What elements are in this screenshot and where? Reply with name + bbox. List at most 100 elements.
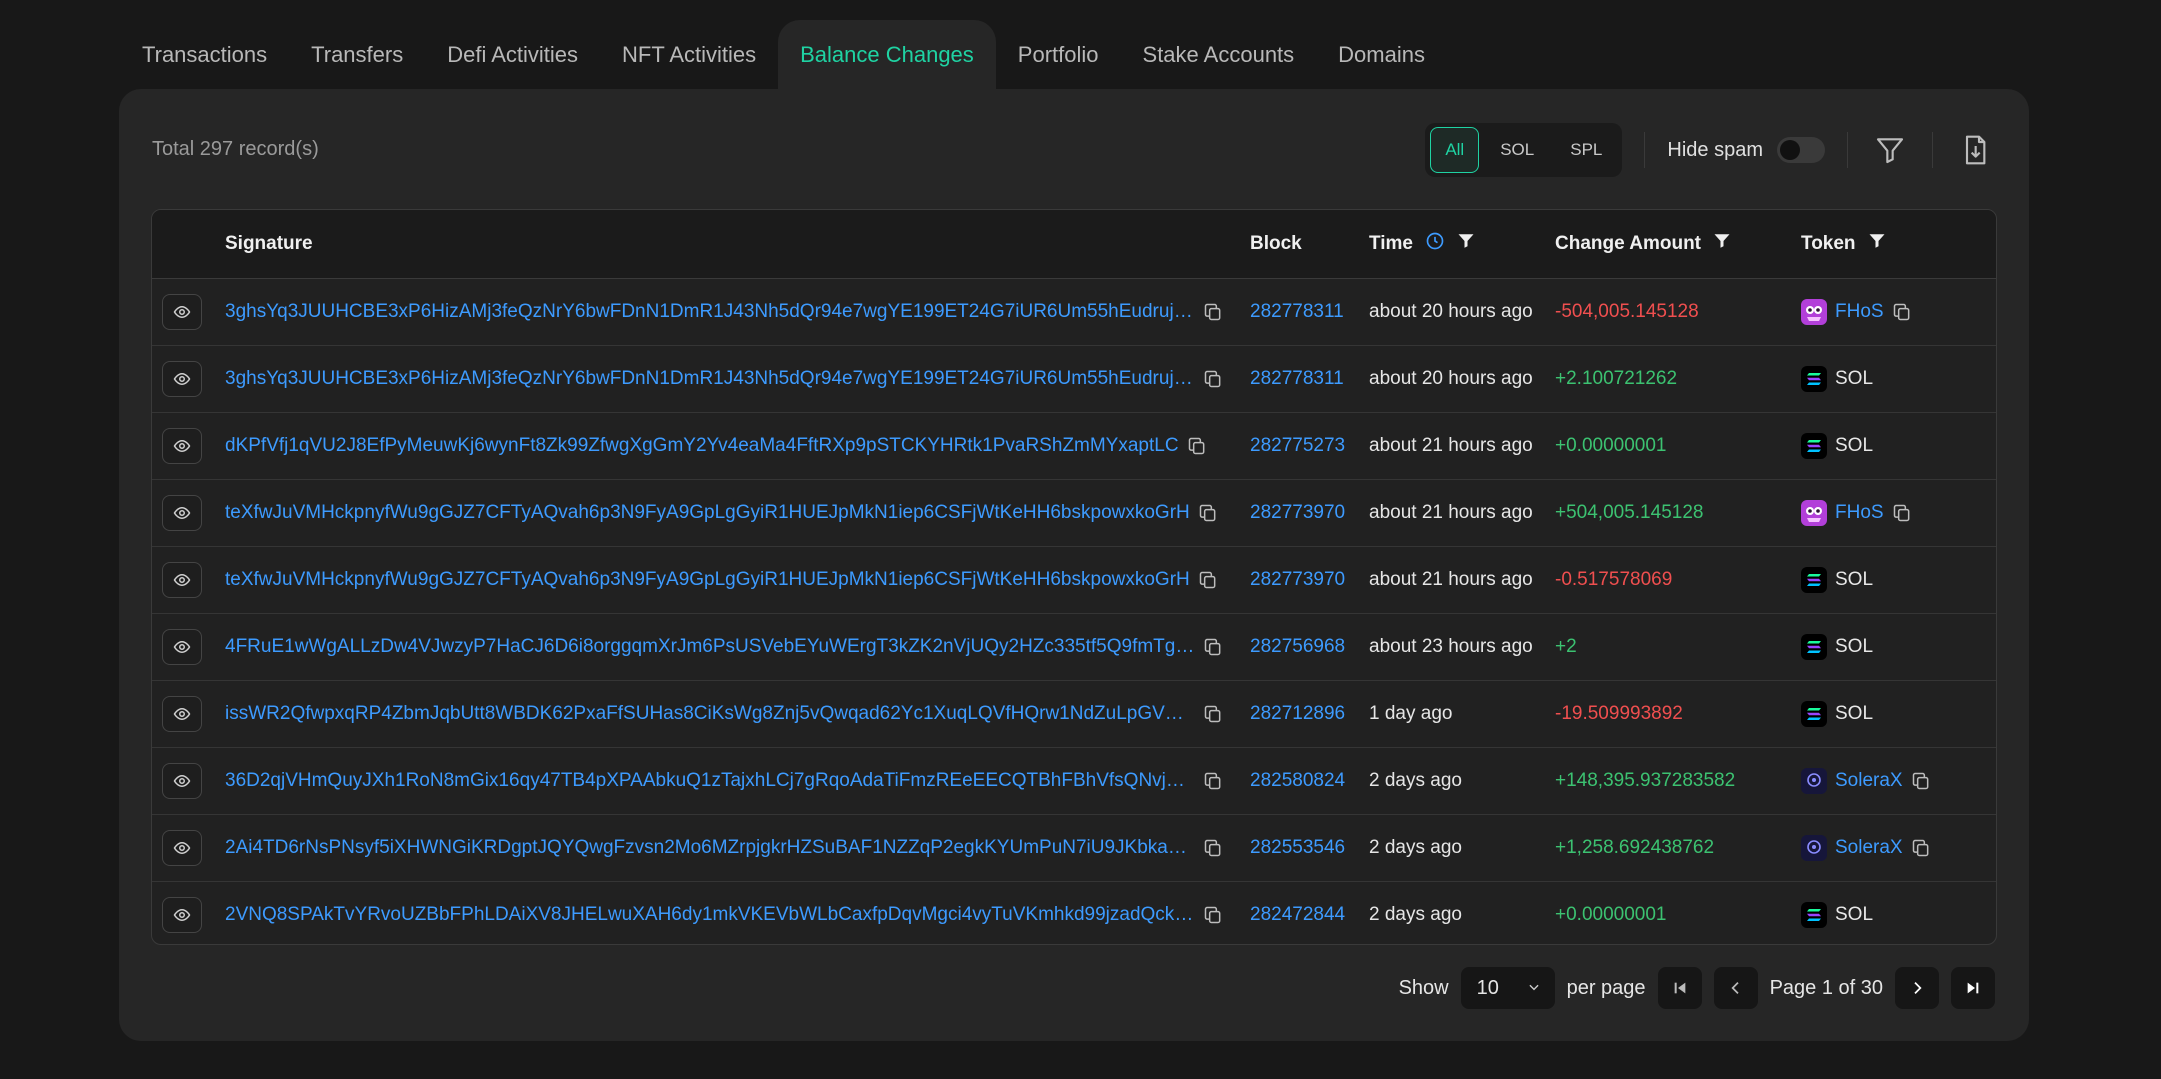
- filter-icon[interactable]: [1870, 130, 1910, 170]
- signature-link[interactable]: teXfwJuVMHckpnyfWu9gGJZ7CFTyAQvah6p3N9Fy…: [225, 569, 1190, 591]
- tab-transactions[interactable]: Transactions: [120, 20, 289, 90]
- per-page-select[interactable]: 10: [1460, 967, 1555, 1009]
- tab-transfers[interactable]: Transfers: [289, 20, 425, 90]
- tab-domains[interactable]: Domains: [1316, 20, 1447, 90]
- last-page-button[interactable]: [1951, 967, 1995, 1009]
- token-name: SOL: [1835, 435, 1874, 456]
- tab-nft-activities[interactable]: NFT Activities: [600, 20, 778, 90]
- fhos-token-icon: [1801, 500, 1827, 526]
- eye-icon[interactable]: [162, 897, 202, 933]
- tab-balance-changes[interactable]: Balance Changes: [778, 20, 996, 90]
- prev-page-button[interactable]: [1713, 967, 1758, 1009]
- block-link[interactable]: 282778311: [1250, 368, 1344, 390]
- token-name[interactable]: FHoS: [1835, 301, 1884, 323]
- block-link[interactable]: 282773970: [1250, 502, 1345, 524]
- time-value: about 21 hours ago: [1369, 502, 1533, 523]
- signature-link[interactable]: teXfwJuVMHckpnyfWu9gGJZ7CFTyAQvah6p3N9Fy…: [225, 502, 1190, 524]
- copy-signature-icon[interactable]: [1203, 302, 1223, 322]
- copy-token-icon[interactable]: [1892, 503, 1912, 523]
- filter-all-button[interactable]: All: [1430, 127, 1480, 173]
- copy-signature-icon[interactable]: [1203, 838, 1223, 858]
- signature-link[interactable]: 3ghsYq3JUUHCBE3xP6HizAMj3feQzNrY6bwFDnN1…: [225, 368, 1195, 390]
- eye-icon[interactable]: [162, 629, 202, 665]
- time-value: 1 day ago: [1369, 703, 1453, 724]
- block-link[interactable]: 282712896: [1250, 703, 1345, 725]
- tab-stake-accounts[interactable]: Stake Accounts: [1121, 20, 1317, 90]
- divider: [1644, 132, 1646, 168]
- token-name: SOL: [1835, 703, 1874, 724]
- sol-token-icon: [1801, 366, 1827, 392]
- change-amount: +1,258.692438762: [1555, 837, 1715, 858]
- eye-icon[interactable]: [162, 696, 202, 732]
- change-filter-icon[interactable]: [1713, 232, 1731, 256]
- first-page-button[interactable]: [1657, 967, 1702, 1009]
- export-csv-icon[interactable]: [1955, 130, 1995, 170]
- sol-token-icon: [1801, 902, 1827, 928]
- token-name[interactable]: SoleraX: [1835, 837, 1903, 859]
- block-link[interactable]: 282472844: [1250, 904, 1345, 926]
- solerax-token-icon: [1801, 835, 1827, 861]
- table-row: 4FRuE1wWgALLzDw4VJwzyP7HaCJ6D6i8orggqmXr…: [152, 614, 1996, 681]
- filter-spl-button[interactable]: SPL: [1555, 127, 1617, 173]
- eye-icon[interactable]: [162, 361, 202, 397]
- clock-icon[interactable]: [1425, 231, 1445, 257]
- tab-defi-activities[interactable]: Defi Activities: [425, 20, 600, 90]
- sol-token-icon: [1801, 433, 1827, 459]
- eye-icon[interactable]: [162, 830, 202, 866]
- next-page-button[interactable]: [1895, 967, 1939, 1009]
- block-link[interactable]: 282553546: [1250, 837, 1345, 859]
- signature-link[interactable]: dKPfVfj1qVU2J8EfPyMeuwKj6wynFt8Zk99ZfwgX…: [225, 435, 1179, 457]
- header-signature: Signature: [225, 233, 313, 254]
- tab-portfolio[interactable]: Portfolio: [996, 20, 1121, 90]
- change-amount: -504,005.145128: [1555, 301, 1699, 322]
- copy-token-icon[interactable]: [1911, 771, 1931, 791]
- block-link[interactable]: 282778311: [1250, 301, 1344, 323]
- copy-signature-icon[interactable]: [1203, 771, 1223, 791]
- signature-link[interactable]: 36D2qjVHmQuyJXh1RoN8mGix16qy47TB4pXPAAbk…: [225, 770, 1195, 792]
- block-link[interactable]: 282773970: [1250, 569, 1345, 591]
- header-time: Time: [1369, 210, 1475, 278]
- copy-signature-icon[interactable]: [1203, 704, 1223, 724]
- change-amount: +0.00000001: [1555, 904, 1667, 925]
- balance-changes-panel: Total 297 record(s) All SOL SPL Hide spa…: [119, 89, 2029, 1041]
- signature-link[interactable]: 2Ai4TD6rNsPNsyf5iXHWNGiKRDgptJQYQwgFzvsn…: [225, 837, 1195, 859]
- eye-icon[interactable]: [162, 428, 202, 464]
- table-row: 3ghsYq3JUUHCBE3xP6HizAMj3feQzNrY6bwFDnN1…: [152, 279, 1996, 346]
- hide-spam-control: Hide spam: [1667, 137, 1825, 163]
- block-link[interactable]: 282580824: [1250, 770, 1345, 792]
- table-body: 3ghsYq3JUUHCBE3xP6HizAMj3feQzNrY6bwFDnN1…: [152, 279, 1996, 944]
- show-label: Show: [1398, 976, 1449, 999]
- signature-link[interactable]: issWR2QfwpxqRP4ZbmJqbUtt8WBDK62PxaFfSUHa…: [225, 703, 1195, 725]
- eye-icon[interactable]: [162, 562, 202, 598]
- copy-token-icon[interactable]: [1911, 838, 1931, 858]
- copy-signature-icon[interactable]: [1203, 369, 1223, 389]
- token-filter-icon[interactable]: [1868, 232, 1886, 256]
- hide-spam-toggle[interactable]: [1777, 137, 1825, 163]
- change-amount: +148,395.937283582: [1555, 770, 1736, 791]
- copy-token-icon[interactable]: [1892, 302, 1912, 322]
- token-name[interactable]: FHoS: [1835, 502, 1884, 524]
- copy-signature-icon[interactable]: [1198, 570, 1218, 590]
- time-value: about 20 hours ago: [1369, 301, 1533, 322]
- signature-link[interactable]: 2VNQ8SPAkTvYRvoUZBbFPhLDAiXV8JHELwuXAH6d…: [225, 904, 1195, 926]
- change-amount: +2: [1555, 636, 1577, 657]
- signature-link[interactable]: 4FRuE1wWgALLzDw4VJwzyP7HaCJ6D6i8orggqmXr…: [225, 636, 1195, 658]
- copy-signature-icon[interactable]: [1198, 503, 1218, 523]
- signature-link[interactable]: 3ghsYq3JUUHCBE3xP6HizAMj3feQzNrY6bwFDnN1…: [225, 301, 1195, 323]
- chevron-down-icon: [1527, 977, 1541, 1000]
- copy-signature-icon[interactable]: [1203, 637, 1223, 657]
- solerax-token-icon: [1801, 768, 1827, 794]
- eye-icon[interactable]: [162, 495, 202, 531]
- block-link[interactable]: 282756968: [1250, 636, 1345, 658]
- time-filter-icon[interactable]: [1457, 232, 1475, 256]
- token-name[interactable]: SoleraX: [1835, 770, 1903, 792]
- change-amount: -0.517578069: [1555, 569, 1673, 590]
- copy-signature-icon[interactable]: [1203, 905, 1223, 925]
- copy-signature-icon[interactable]: [1187, 436, 1207, 456]
- sol-token-icon: [1801, 567, 1827, 593]
- eye-icon[interactable]: [162, 763, 202, 799]
- block-link[interactable]: 282775273: [1250, 435, 1345, 457]
- toolbar: All SOL SPL Hide spam: [1425, 122, 1995, 178]
- eye-icon[interactable]: [162, 294, 202, 330]
- filter-sol-button[interactable]: SOL: [1485, 127, 1549, 173]
